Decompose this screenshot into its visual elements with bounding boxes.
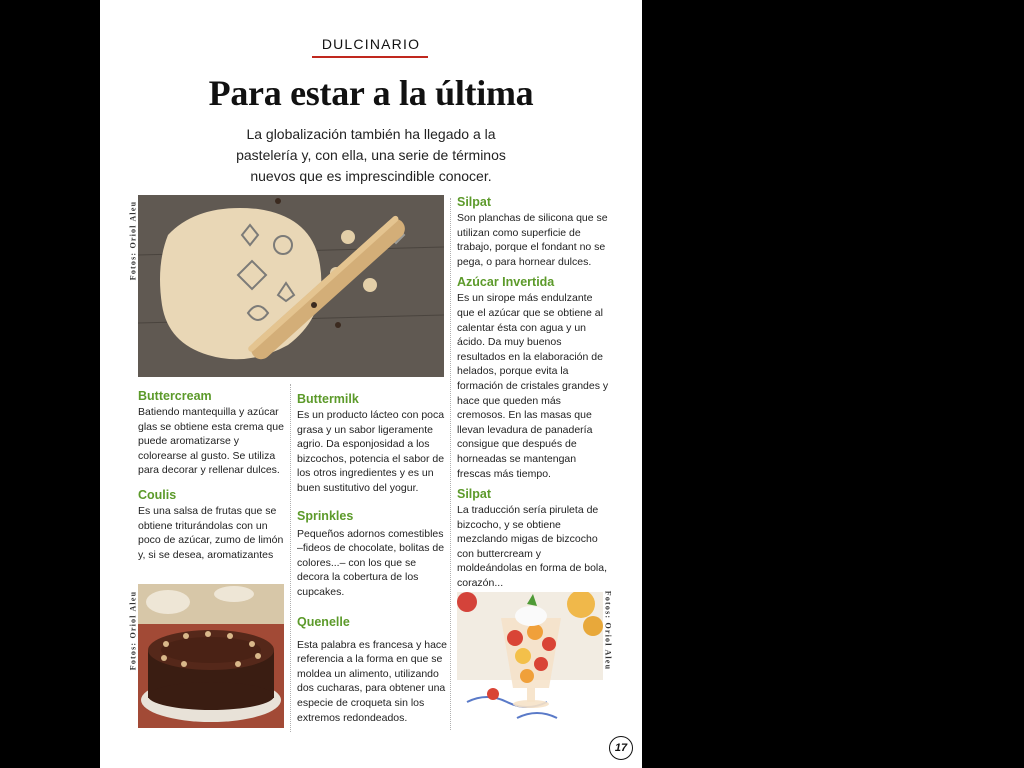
entry-text-coulis: Es una salsa de frutas que se obtiene tr…	[138, 504, 284, 561]
entry-term-silpat-2: Silpat	[457, 487, 492, 502]
entry-text-quenelle: Esta palabra es francesa y hace referenc…	[297, 638, 448, 724]
photo-fruit-cup	[457, 592, 603, 728]
column-divider-2	[450, 198, 451, 730]
dough-illustration	[138, 195, 444, 377]
entry-term-sprinkles: Sprinkles	[297, 508, 354, 523]
page-number: 17	[609, 736, 633, 760]
entry-term-silpat: Silpat	[457, 195, 492, 209]
photo-dough-cookie-cutters	[138, 195, 444, 377]
photo-chocolate-cake	[138, 584, 284, 728]
entry-term-buttermilk: Buttermilk	[297, 392, 359, 406]
cake-illustration	[138, 584, 284, 728]
photo-credit-2: Fotos: Oriol Aleu	[128, 590, 138, 671]
column-middle: Buttermilk Es un producto lácteo con poc…	[297, 391, 447, 725]
page-title: Para estar a la última	[208, 73, 534, 113]
photo-credit-3: Fotos: Oriol Aleu	[603, 590, 613, 671]
column-left: Buttercream Batiendo mantequilla y azúca…	[138, 388, 286, 562]
magazine-page: DULCINARIO Para estar a la última La glo…	[100, 0, 642, 768]
column-right: Silpat Son planchas de silicona que se u…	[457, 194, 609, 591]
section-label: DULCINARIO	[321, 36, 421, 52]
column-divider-1	[290, 384, 291, 732]
fruit-cup-illustration	[457, 592, 603, 728]
section-rule	[312, 56, 428, 58]
entry-text-sprinkles: Pequeños adornos comestibles –fideos de …	[297, 527, 445, 598]
entry-text-silpat-2: La traducción sería piruleta de bizcocho…	[457, 504, 608, 590]
entry-text-buttermilk: Es un producto lácteo con poca grasa y u…	[297, 409, 445, 494]
entry-term-buttercream: Buttercream	[138, 389, 212, 403]
entry-text-buttercream: Batiendo mantequilla y azúcar glas se ob…	[138, 406, 284, 477]
entry-term-coulis: Coulis	[138, 487, 177, 502]
entry-term-azucar-invertida: Azúcar Invertida	[457, 275, 555, 290]
page-subtitle: La globalización también ha llegado a la…	[236, 126, 506, 184]
entry-text-azucar-invertida: Es un sirope más endulzante que el azúca…	[457, 292, 609, 480]
photo-credit-1: Fotos: Oriol Aleu	[128, 200, 138, 281]
entry-text-silpat: Son planchas de silicona que se utilizan…	[457, 212, 608, 268]
entry-term-quenelle: Quenelle	[297, 614, 350, 629]
